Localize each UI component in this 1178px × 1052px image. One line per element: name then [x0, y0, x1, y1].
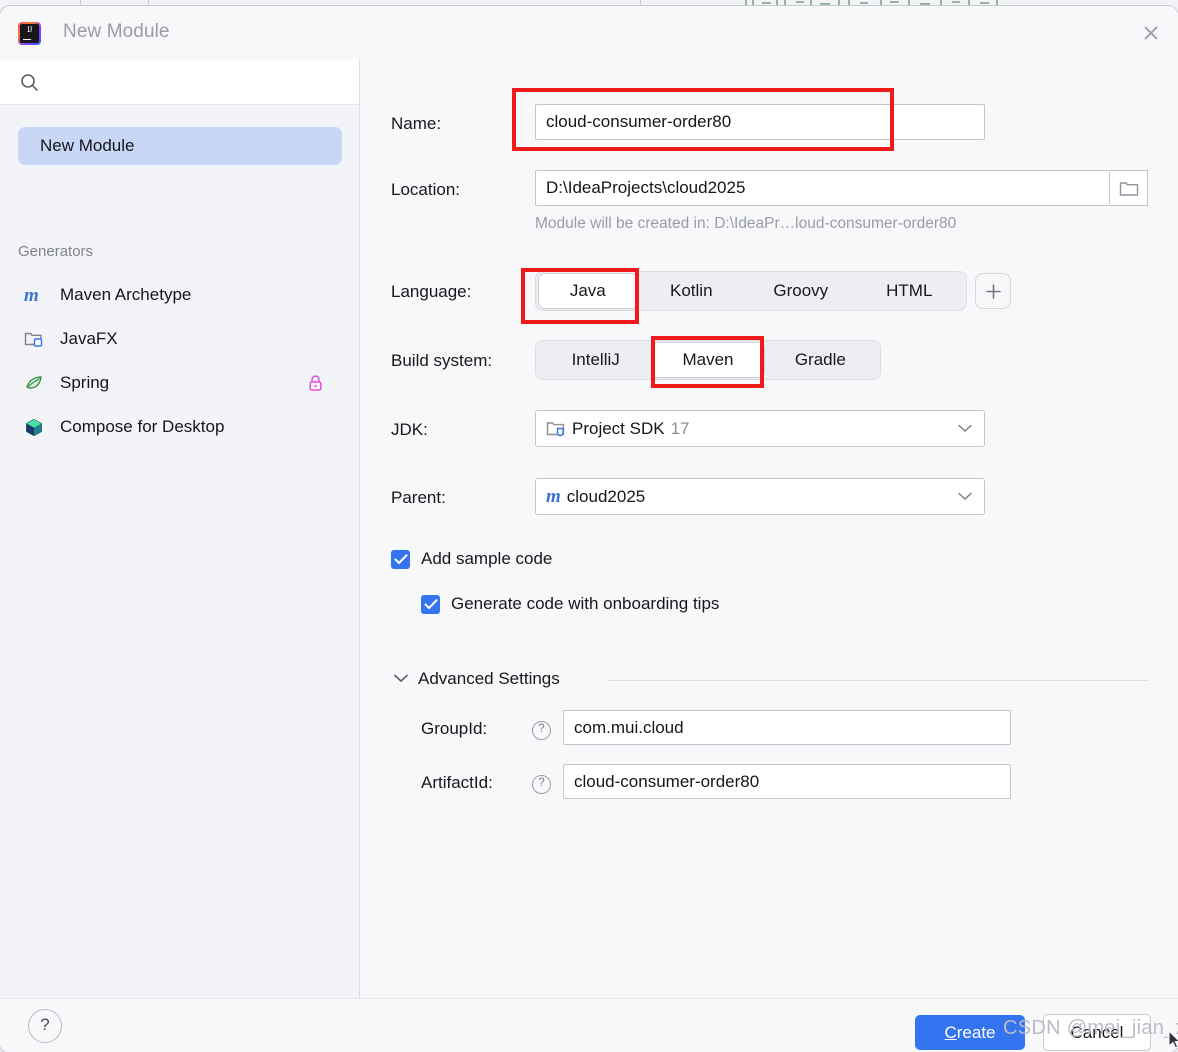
- language-option-html[interactable]: HTML: [856, 274, 964, 308]
- location-input[interactable]: [535, 170, 1110, 206]
- jdk-folder-icon: [546, 420, 566, 437]
- help-icon[interactable]: ?: [28, 1009, 62, 1043]
- folder-icon[interactable]: [1110, 170, 1148, 206]
- cancel-button[interactable]: Cancel: [1043, 1014, 1151, 1051]
- lock-icon: [307, 374, 324, 393]
- help-icon[interactable]: ?: [532, 775, 551, 794]
- jdk-version: 17: [670, 418, 690, 438]
- sidebar-item-maven-archetype[interactable]: m Maven Archetype: [18, 278, 342, 312]
- sidebar-item-javafx[interactable]: JavaFX: [18, 322, 342, 356]
- build-system-segmented-control: IntelliJ Maven Gradle: [535, 340, 881, 380]
- advanced-settings-divider: [608, 680, 1148, 681]
- maven-m-icon: m: [24, 284, 39, 306]
- sidebar-item-label: JavaFX: [60, 329, 118, 348]
- dialog-title: New Module: [63, 21, 170, 42]
- generators-section-label: Generators: [18, 243, 94, 260]
- jdk-select[interactable]: Project SDK 17: [535, 410, 985, 447]
- advanced-settings-toggle[interactable]: Advanced Settings: [394, 669, 560, 689]
- add-sample-code-label: Add sample code: [421, 549, 553, 568]
- sidebar-item-label: Maven Archetype: [60, 285, 192, 304]
- help-icon[interactable]: ?: [532, 721, 551, 740]
- chevron-down-icon: [958, 420, 972, 438]
- compose-cube-icon: [24, 418, 50, 437]
- chevron-down-icon: [958, 488, 972, 506]
- create-button[interactable]: Create: [915, 1015, 1025, 1050]
- artifact-id-label: ArtifactId:: [421, 773, 493, 792]
- search-input[interactable]: [48, 60, 352, 106]
- create-label: reate: [956, 1022, 996, 1042]
- checkbox-checked-icon: [391, 549, 410, 569]
- generators-sidebar: New Module Generators m Maven Archetype …: [0, 60, 360, 998]
- parent-value: cloud2025: [566, 486, 646, 506]
- plus-icon[interactable]: [975, 273, 1011, 309]
- checkbox-checked-icon: [421, 594, 440, 614]
- jdk-label: JDK:: [391, 420, 428, 439]
- javafx-folder-icon: [24, 330, 50, 348]
- language-option-kotlin[interactable]: Kotlin: [637, 274, 746, 308]
- spring-leaf-icon: [24, 374, 50, 392]
- build-system-label: Build system:: [391, 351, 493, 370]
- maven-m-icon: m: [546, 486, 561, 507]
- new-module-dialog: New Module New Module Generators m: [0, 6, 1178, 1052]
- sidebar-item-label: Compose for Desktop: [60, 417, 225, 436]
- module-settings-form: Name: Location: Module will be created i…: [360, 60, 1178, 998]
- language-segmented-control: Java Kotlin Groovy HTML: [535, 271, 967, 311]
- language-option-groovy[interactable]: Groovy: [746, 274, 855, 308]
- group-id-input[interactable]: [563, 710, 1011, 745]
- dialog-titlebar: New Module: [0, 6, 1178, 60]
- chevron-down-icon: [394, 670, 408, 688]
- onboarding-tips-checkbox-row[interactable]: Generate code with onboarding tips: [421, 594, 719, 614]
- language-option-java[interactable]: Java: [539, 274, 637, 308]
- create-mnemonic: C: [944, 1022, 957, 1042]
- location-label: Location:: [391, 180, 460, 199]
- jdk-value: Project SDK: [572, 418, 665, 438]
- name-label: Name:: [391, 114, 442, 133]
- advanced-settings-label: Advanced Settings: [418, 669, 560, 688]
- add-sample-code-checkbox-row[interactable]: Add sample code: [391, 549, 552, 569]
- location-hint: Module will be created in: D:\IdeaPr…lou…: [535, 215, 957, 232]
- intellij-idea-logo-icon: [18, 22, 41, 45]
- artifact-id-input[interactable]: [563, 764, 1011, 799]
- sidebar-item-spring[interactable]: Spring: [18, 366, 342, 400]
- close-icon[interactable]: [1136, 18, 1166, 48]
- group-id-label: GroupId:: [421, 719, 488, 738]
- language-label: Language:: [391, 282, 472, 301]
- sidebar-item-compose-for-desktop[interactable]: Compose for Desktop: [18, 410, 342, 444]
- name-input[interactable]: [535, 104, 985, 140]
- build-system-option-gradle[interactable]: Gradle: [764, 343, 877, 377]
- parent-select[interactable]: m cloud2025: [535, 478, 985, 515]
- search-icon: [20, 73, 39, 97]
- build-system-option-maven[interactable]: Maven: [652, 343, 764, 377]
- sidebar-item-label: New Module: [40, 136, 135, 155]
- search-row: [0, 60, 359, 106]
- sidebar-item-label: Spring: [60, 373, 110, 392]
- onboarding-tips-label: Generate code with onboarding tips: [451, 594, 720, 613]
- parent-label: Parent:: [391, 488, 446, 507]
- sidebar-item-new-module[interactable]: New Module: [18, 127, 342, 165]
- build-system-option-intellij[interactable]: IntelliJ: [539, 343, 652, 377]
